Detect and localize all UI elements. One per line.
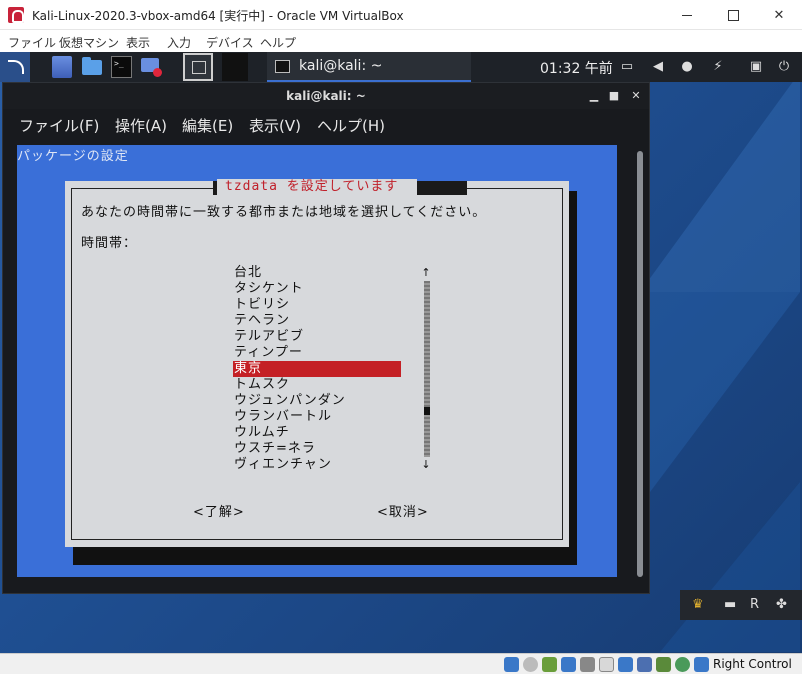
network-icon[interactable]: ✤ [776, 597, 787, 612]
kali-menu-icon[interactable] [0, 52, 30, 82]
terminal-menu-actions[interactable]: 操作(A) [115, 115, 167, 136]
terminal-menu-edit[interactable]: 編集(E) [182, 115, 233, 136]
power-manager-icon[interactable]: ⚡ [710, 59, 726, 75]
host-key-arrow-icon[interactable] [694, 657, 709, 672]
host-key-label: Right Control [713, 657, 792, 671]
timezone-list[interactable]: 台北 タシケント トビリシ テヘラン テルアビブ ティンプー 東京 トムスク ウ… [233, 265, 401, 473]
xfce-bottom-dock: ♛ ▬ R ✤ [680, 590, 802, 620]
terminal-icon [275, 60, 290, 73]
list-item[interactable]: ティンプー [233, 345, 401, 361]
virtualbox-window: Kali-Linux-2020.3-vbox-amd64 [実行中] - Ora… [0, 0, 802, 674]
list-item[interactable]: ヴィエンチャン [233, 457, 401, 473]
optical-drive-icon[interactable] [523, 657, 538, 672]
audio-icon[interactable] [542, 657, 557, 672]
workspace-1[interactable] [183, 53, 213, 81]
tzdata-dialog: tzdata を設定しています あなたの時間帯に一致する都市または地域を選択して… [65, 179, 569, 547]
terminal-launcher-icon[interactable] [111, 56, 132, 78]
close-button[interactable] [756, 0, 802, 30]
video-capture-icon[interactable] [637, 657, 652, 672]
taskbar-item-label: kali@kali: ~ [299, 58, 383, 74]
taskbar-item-terminal[interactable]: kali@kali: ~ [267, 52, 471, 82]
terminal-menu-file[interactable]: ファイル(F) [19, 115, 99, 136]
wallpaper-facet [640, 72, 800, 292]
folder-icon[interactable] [82, 56, 102, 78]
display-status-icon[interactable] [618, 657, 633, 672]
vb-menu-input[interactable]: 入力 [167, 34, 191, 51]
terminal-menubar: ファイル(F) 操作(A) 編集(E) 表示(V) ヘルプ(H) [3, 109, 649, 139]
list-item[interactable]: トビリシ [233, 297, 401, 313]
xfce-top-panel: kali@kali: ~ 01:32 午前 ▭ ◀ ● ⚡ ▣ ⏻ [0, 52, 802, 82]
vb-menu-file[interactable]: ファイル [8, 34, 56, 51]
list-item[interactable]: ウジュンパンダン [233, 393, 401, 409]
terminal-window: kali@kali: ~ ▁ ■ ✕ ファイル(F) 操作(A) 編集(E) 表… [2, 82, 650, 594]
screen-recorder-icon[interactable] [141, 56, 163, 78]
crown-icon[interactable]: ♛ [692, 597, 704, 612]
panel-clock[interactable]: 01:32 午前 [540, 58, 613, 78]
terminal-menu-view[interactable]: 表示(V) [249, 115, 301, 136]
maximize-button[interactable] [710, 0, 756, 30]
display-icon[interactable]: ▭ [619, 59, 635, 75]
vb-menu-devices[interactable]: デバイス [206, 34, 254, 51]
ok-button[interactable]: <了解> [193, 501, 245, 520]
list-item[interactable]: ウルムチ [233, 425, 401, 441]
vb-menubar: ファイル 仮想マシン 表示 入力 デバイス ヘルプ [0, 31, 802, 52]
list-item[interactable]: 台北 [233, 265, 401, 281]
list-item[interactable]: ウスチ=ネラ [233, 441, 401, 457]
guest-screen[interactable]: kali@kali: ~ 01:32 午前 ▭ ◀ ● ⚡ ▣ ⏻ kali@k… [0, 52, 802, 653]
mouse-integration-icon[interactable] [675, 657, 690, 672]
r-icon[interactable]: R [750, 597, 759, 612]
usb-icon[interactable] [580, 657, 595, 672]
terminal-scrollbar-thumb[interactable] [637, 151, 643, 577]
hard-disk-icon[interactable] [504, 657, 519, 672]
terminal-maximize-button[interactable]: ■ [605, 87, 623, 105]
dash-icon[interactable]: ▬ [724, 597, 736, 612]
list-item[interactable]: ウランバートル [233, 409, 401, 425]
dialog-title: tzdata を設定しています [217, 179, 417, 195]
background-title: パッケージの設定 [17, 149, 129, 164]
terminal-content[interactable]: パッケージの設定 tzdata を設定しています あなたの時間帯に一致する都市ま… [17, 145, 617, 577]
virtualbox-app-icon [8, 7, 24, 23]
minimize-button[interactable] [664, 0, 710, 30]
wallpaper-facet [660, 482, 800, 652]
terminal-titlebar: kali@kali: ~ [3, 83, 649, 109]
timezone-list-scrollbar[interactable]: ↑ ↓ [421, 265, 431, 473]
lock-icon[interactable]: ▣ [748, 59, 764, 75]
cancel-button[interactable]: <取消> [377, 501, 429, 520]
notification-bell-icon[interactable]: ● [679, 59, 695, 75]
terminal-scrollbar[interactable] [637, 151, 643, 577]
timezone-label: 時間帯： [81, 236, 138, 251]
scrollbar-track [424, 281, 430, 457]
scroll-up-arrow-icon[interactable]: ↑ [421, 265, 431, 281]
power-icon[interactable]: ⏻ [776, 59, 792, 75]
vb-titlebar: Kali-Linux-2020.3-vbox-amd64 [実行中] - Ora… [0, 0, 802, 30]
shared-folders-icon[interactable] [599, 657, 614, 672]
vb-statusbar: Right Control [0, 653, 802, 674]
vb-menu-help[interactable]: ヘルプ [260, 34, 296, 51]
show-desktop-icon[interactable] [52, 56, 72, 78]
vb-menu-machine[interactable]: 仮想マシン [59, 34, 119, 51]
window-title: Kali-Linux-2020.3-vbox-amd64 [実行中] - Ora… [32, 9, 404, 23]
list-item[interactable]: タシケント [233, 281, 401, 297]
workspace-2[interactable] [222, 53, 248, 81]
terminal-minimize-button[interactable]: ▁ [585, 87, 603, 105]
wallpaper-facet [650, 292, 800, 492]
volume-icon[interactable]: ◀ [650, 59, 666, 75]
list-item[interactable]: テヘラン [233, 313, 401, 329]
vb-menu-view[interactable]: 表示 [126, 34, 150, 51]
terminal-title: kali@kali: ~ [286, 89, 366, 103]
terminal-menu-help[interactable]: ヘルプ(H) [317, 115, 385, 136]
scrollbar-thumb[interactable] [424, 407, 430, 415]
network-adapter-icon[interactable] [561, 657, 576, 672]
vt-x-icon[interactable] [656, 657, 671, 672]
dialog-prompt: あなたの時間帯に一致する都市または地域を選択してください。 [81, 205, 487, 220]
scroll-down-arrow-icon[interactable]: ↓ [421, 457, 431, 473]
terminal-close-button[interactable]: ✕ [627, 87, 645, 105]
list-item[interactable]: テルアビブ [233, 329, 401, 345]
list-item[interactable]: トムスク [233, 377, 401, 393]
list-item-selected[interactable]: 東京 [233, 361, 401, 377]
